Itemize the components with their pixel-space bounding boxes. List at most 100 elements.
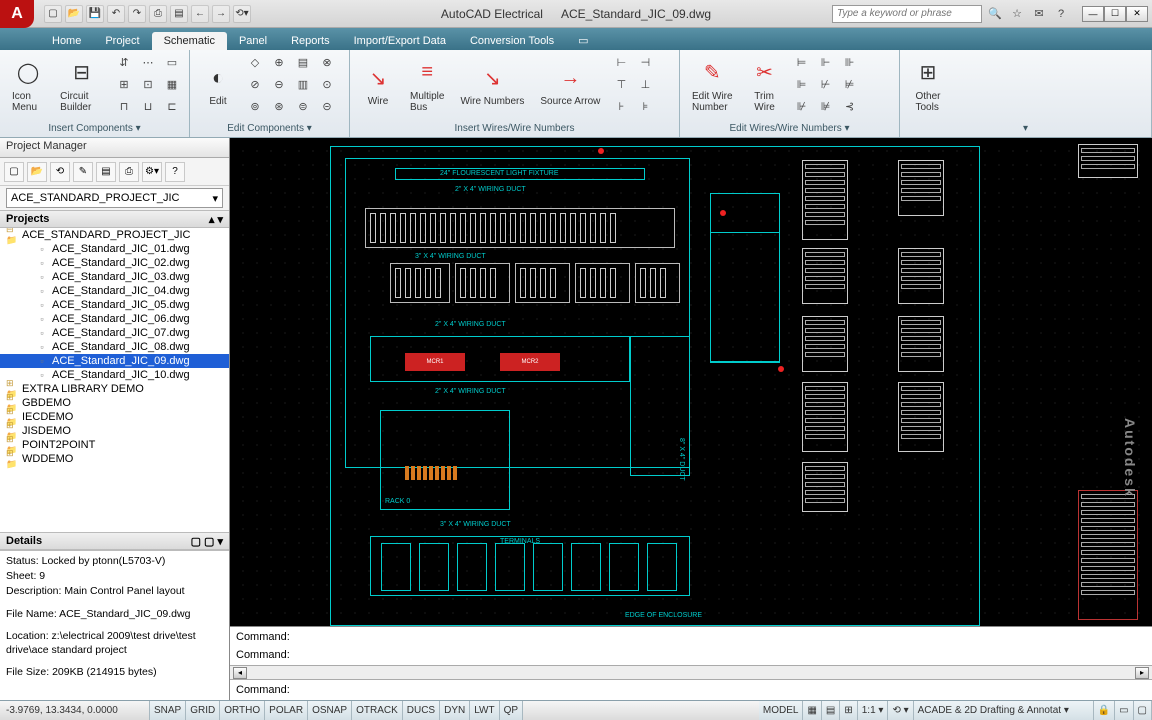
tab-project[interactable]: Project xyxy=(93,32,151,50)
status-scale-icon[interactable]: 1:1 ▾ xyxy=(858,701,889,720)
minimize-button[interactable]: — xyxy=(1082,6,1104,22)
ribbon-small-btn[interactable]: ⊥ xyxy=(634,75,656,95)
tree-file[interactable]: ▫ACE_Standard_JIC_07.dwg xyxy=(0,326,229,340)
status-toggle-osnap[interactable]: OSNAP xyxy=(308,701,352,720)
source-arrow-button[interactable]: →Source Arrow xyxy=(534,60,606,109)
app-menu-button[interactable]: A xyxy=(0,0,34,28)
tree-file[interactable]: ▫ACE_Standard_JIC_10.dwg xyxy=(0,368,229,382)
tree-file[interactable]: ▫ACE_Standard_JIC_02.dwg xyxy=(0,256,229,270)
group-label-edit-wires[interactable]: Edit Wires/Wire Numbers ▾ xyxy=(680,119,899,137)
ribbon-small-btn[interactable]: ⊗ xyxy=(316,53,338,73)
status-model[interactable]: MODEL xyxy=(759,701,804,720)
canvas[interactable]: 24" FLOURESCENT LIGHT FIXTURE 2" X 4" WI… xyxy=(230,138,1152,626)
group-label-edit-components[interactable]: Edit Components ▾ xyxy=(190,119,349,137)
ribbon-small-btn[interactable]: ◇ xyxy=(244,53,266,73)
pm-help-icon[interactable]: ? xyxy=(165,162,185,182)
infocenter-satellite-icon[interactable]: ✉ xyxy=(1030,5,1048,23)
ribbon-small-btn[interactable]: ⊣ xyxy=(634,53,656,73)
multiple-bus-button[interactable]: ≡Multiple Bus xyxy=(404,55,450,115)
pm-plot-icon[interactable]: ⎙ xyxy=(119,162,139,182)
qat-proj-icon[interactable]: ⟲▾ xyxy=(233,5,251,23)
status-clean-icon[interactable]: ▢ xyxy=(1134,701,1152,720)
tree-file[interactable]: ▫ACE_Standard_JIC_05.dwg xyxy=(0,298,229,312)
wire-numbers-button[interactable]: ↘Wire Numbers xyxy=(454,60,530,109)
command-input[interactable]: Command: xyxy=(236,681,1146,699)
status-toggle-qp[interactable]: QP xyxy=(500,701,523,720)
qat-next-icon[interactable]: → xyxy=(212,5,230,23)
group-label-insert-components[interactable]: Insert Components ▾ xyxy=(0,119,189,137)
qat-plot-icon[interactable]: ▤ xyxy=(170,5,188,23)
drawing-area[interactable]: — ☐ ✕ 24" FLOURESCENT LIGHT FIXTURE 2" X… xyxy=(230,138,1152,700)
ribbon-small-btn[interactable]: ⊕ xyxy=(268,53,290,73)
pm-project-dropdown[interactable]: ACE_STANDARD_PROJECT_JIC▾ xyxy=(6,188,223,208)
close-button[interactable]: ✕ xyxy=(1126,6,1148,22)
infocenter-comm-icon[interactable]: ☆ xyxy=(1008,5,1026,23)
status-toggle-ortho[interactable]: ORTHO xyxy=(220,701,265,720)
ribbon-small-btn[interactable]: ⊰ xyxy=(839,97,861,117)
tree-file[interactable]: ▫ACE_Standard_JIC_04.dwg xyxy=(0,284,229,298)
circuit-builder-button[interactable]: ⊟Circuit Builder xyxy=(54,55,109,115)
qat-save-icon[interactable]: 💾 xyxy=(86,5,104,23)
ribbon-small-btn[interactable]: ⊙ xyxy=(316,75,338,95)
ribbon-small-btn[interactable]: ⊢ xyxy=(610,53,632,73)
ribbon-small-btn[interactable]: ⊓ xyxy=(113,97,135,117)
tree-folder[interactable]: ⊞ 📁WDDEMO xyxy=(0,452,229,466)
ribbon-small-btn[interactable]: ⊦ xyxy=(610,97,632,117)
ribbon-small-btn[interactable]: ⊞ xyxy=(113,75,135,95)
tree-folder[interactable]: ⊞ 📁GBDEMO xyxy=(0,396,229,410)
status-toggle-otrack[interactable]: OTRACK xyxy=(352,701,403,720)
tree-folder[interactable]: ⊞ 📁POINT2POINT xyxy=(0,438,229,452)
status-workspace[interactable]: ACADE & 2D Drafting & Annotat ▾ xyxy=(914,701,1094,720)
pm-task-icon[interactable]: ✎ xyxy=(73,162,93,182)
qat-open-icon[interactable]: 📂 xyxy=(65,5,83,23)
scroll-right-icon[interactable]: ▸ xyxy=(1135,667,1149,679)
ribbon-small-btn[interactable]: ⊪ xyxy=(839,53,861,73)
tree-folder[interactable]: ⊞ 📁EXTRA LIBRARY DEMO xyxy=(0,382,229,396)
ribbon-small-btn[interactable]: ⊤ xyxy=(610,75,632,95)
tab-conversion[interactable]: Conversion Tools xyxy=(458,32,566,50)
scroll-left-icon[interactable]: ◂ xyxy=(233,667,247,679)
tab-reports[interactable]: Reports xyxy=(279,32,342,50)
qat-new-icon[interactable]: ▢ xyxy=(44,5,62,23)
tree-file[interactable]: ▫ACE_Standard_JIC_06.dwg xyxy=(0,312,229,326)
infocenter-search-icon[interactable]: 🔍 xyxy=(986,5,1004,23)
pm-refresh-icon[interactable]: ⟲ xyxy=(50,162,70,182)
ribbon-small-btn[interactable]: ⊬ xyxy=(815,75,837,95)
trim-wire-button[interactable]: ✂Trim Wire xyxy=(743,55,787,115)
ribbon-small-btn[interactable]: ⊧ xyxy=(634,97,656,117)
ribbon-small-btn[interactable]: ⊘ xyxy=(244,75,266,95)
pm-details-header[interactable]: Details▢ ▢ ▾ xyxy=(0,532,229,550)
ribbon-small-btn[interactable]: ⊛ xyxy=(268,97,290,117)
pm-open-icon[interactable]: 📂 xyxy=(27,162,47,182)
ribbon-small-btn[interactable]: ⊝ xyxy=(316,97,338,117)
ribbon-small-btn[interactable]: ⊖ xyxy=(268,75,290,95)
project-tree[interactable]: ⊟ 📁ACE_STANDARD_PROJECT_JIC▫ACE_Standard… xyxy=(0,228,229,532)
status-lock-icon[interactable]: 🔒 xyxy=(1094,701,1115,720)
ribbon-small-btn[interactable]: ▦ xyxy=(161,75,183,95)
group-expand-icon[interactable]: ▾ xyxy=(900,119,1151,137)
tab-import-export[interactable]: Import/Export Data xyxy=(342,32,458,50)
qat-prev-icon[interactable]: ← xyxy=(191,5,209,23)
status-misc-2-icon[interactable]: ▤ xyxy=(822,701,840,720)
tree-file[interactable]: ▫ACE_Standard_JIC_01.dwg xyxy=(0,242,229,256)
tab-output-icon[interactable]: ▭ xyxy=(566,31,600,50)
tab-schematic[interactable]: Schematic xyxy=(152,32,227,50)
wire-button[interactable]: ↘Wire xyxy=(356,60,400,109)
ribbon-small-btn[interactable]: ▤ xyxy=(292,53,314,73)
ribbon-small-btn[interactable]: ⋯ xyxy=(137,53,159,73)
status-misc-3-icon[interactable]: ⊞ xyxy=(840,701,857,720)
tree-folder[interactable]: ⊞ 📁JISDEMO xyxy=(0,424,229,438)
status-toggle-dyn[interactable]: DYN xyxy=(440,701,470,720)
status-annoscale-icon[interactable]: ⟲ ▾ xyxy=(888,701,913,720)
ribbon-small-btn[interactable]: ⊚ xyxy=(244,97,266,117)
status-misc-1-icon[interactable]: ▦ xyxy=(803,701,821,720)
edit-button[interactable]: ◐Edit xyxy=(196,60,240,109)
ribbon-small-btn[interactable]: ▥ xyxy=(292,75,314,95)
ribbon-small-btn[interactable]: ⇵ xyxy=(113,53,135,73)
ribbon-small-btn[interactable]: ▭ xyxy=(161,53,183,73)
ribbon-small-btn[interactable]: ⊫ xyxy=(791,75,813,95)
ribbon-small-btn[interactable]: ⊨ xyxy=(791,53,813,73)
qat-undo-icon[interactable]: ↶ xyxy=(107,5,125,23)
tree-file[interactable]: ▫ACE_Standard_JIC_09.dwg xyxy=(0,354,229,368)
ribbon-small-btn[interactable]: ⊭ xyxy=(839,75,861,95)
